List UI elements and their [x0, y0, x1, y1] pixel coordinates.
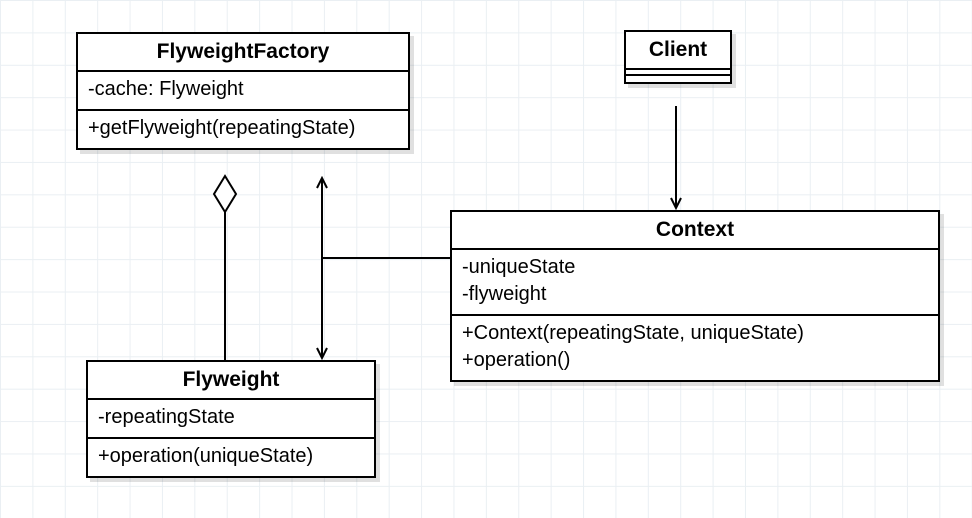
- attribute: -cache: Flyweight: [88, 76, 398, 103]
- method: +Context(repeatingState, uniqueState): [462, 320, 928, 347]
- method: +operation(): [462, 347, 928, 374]
- class-attributes: -repeatingState: [88, 400, 374, 439]
- attribute: -flyweight: [462, 281, 928, 308]
- class-flyweight[interactable]: Flyweight -repeatingState +operation(uni…: [86, 360, 376, 478]
- class-methods: +getFlyweight(repeatingState): [78, 111, 408, 148]
- class-name: FlyweightFactory: [78, 34, 408, 72]
- class-name: Client: [626, 32, 730, 70]
- attribute: -repeatingState: [98, 404, 364, 431]
- class-client[interactable]: Client: [624, 30, 732, 84]
- method: +getFlyweight(repeatingState): [88, 115, 398, 142]
- connector-aggregation-factory-flyweight: [214, 176, 236, 360]
- class-methods: [626, 76, 730, 82]
- class-attributes: -uniqueState -flyweight: [452, 250, 938, 316]
- diagram-canvas: FlyweightFactory -cache: Flyweight +getF…: [0, 0, 972, 518]
- class-attributes: -cache: Flyweight: [78, 72, 408, 111]
- class-methods: +operation(uniqueState): [88, 439, 374, 476]
- attribute: -uniqueState: [462, 254, 928, 281]
- class-context[interactable]: Context -uniqueState -flyweight +Context…: [450, 210, 940, 382]
- method: +operation(uniqueState): [98, 443, 364, 470]
- class-name: Context: [452, 212, 938, 250]
- class-methods: +Context(repeatingState, uniqueState) +o…: [452, 316, 938, 380]
- class-name: Flyweight: [88, 362, 374, 400]
- class-flyweight-factory[interactable]: FlyweightFactory -cache: Flyweight +getF…: [76, 32, 410, 150]
